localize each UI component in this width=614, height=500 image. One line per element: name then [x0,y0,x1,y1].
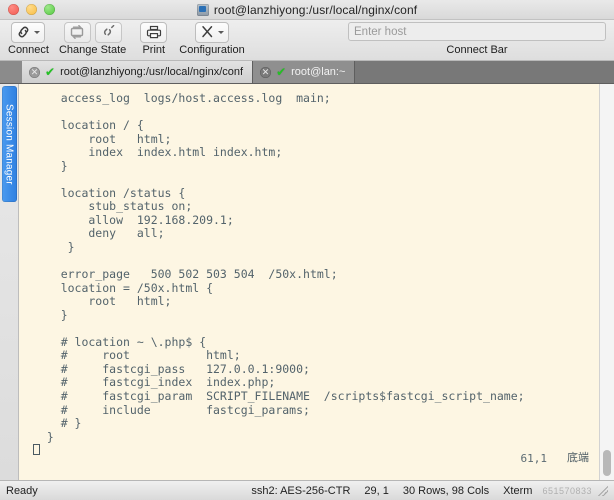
disconnect-icon [104,25,115,36]
left-sidebar: Session Manager [0,84,19,480]
tab-strip-gutter [0,61,22,83]
status-emulation: Xterm [503,484,533,497]
printer-icon [146,25,161,39]
tab-title: root@lan:~ [291,66,346,78]
tab-title: root@lanzhiyong:/usr/local/nginx/conf [60,66,244,78]
chevron-down-icon [34,30,41,34]
tab-close-icon[interactable]: ✕ [29,66,40,78]
connect-bar: Connect Bar [348,22,606,56]
connect-label: Connect [8,44,49,56]
link-icon [19,26,29,38]
change-state-icons [63,21,122,43]
host-input[interactable] [348,22,606,41]
configuration-label: Configuration [179,44,245,56]
toolbar-group-change-state: Change State [59,20,126,57]
terminal-output[interactable]: access_log logs/host.access.log main; lo… [19,84,599,480]
body-row: Session Manager access_log logs/host.acc… [0,84,614,480]
print-button[interactable] [140,21,168,43]
tab-strip-filler [355,61,614,83]
toolbar: Connect Change State Print Configuration… [0,20,614,61]
print-label: Print [142,44,166,56]
scrollbar-thumb[interactable] [603,450,611,476]
connect-bar-label: Connect Bar [446,44,508,56]
toolbar-group-print: Print [140,20,168,57]
status-cipher: ssh2: AES-256-CTR [251,484,351,497]
resize-grip-icon[interactable] [598,485,608,496]
title-center: root@lanzhiyong:/usr/local/nginx/conf [0,3,614,17]
terminal-scrollbar[interactable] [599,84,614,480]
window-title: root@lanzhiyong:/usr/local/nginx/conf [213,2,418,17]
terminal-cursor-position: 61,1 [520,452,548,465]
terminal-cursor [33,444,40,456]
connected-check-icon: ✔ [45,65,56,79]
disconnect-button[interactable] [94,21,122,43]
title-bar: root@lanzhiyong:/usr/local/nginx/conf [0,0,614,20]
tab-session-2[interactable]: ✕ ✔ root@lan:~ [253,61,356,83]
toolbar-group-connect: Connect [8,20,49,57]
toolbar-group-configuration: Configuration [179,20,245,57]
chevron-down-icon [217,30,224,34]
connected-check-icon: ✔ [276,65,287,79]
print-icons [140,21,168,43]
configuration-icons [194,21,229,43]
zoom-button[interactable] [44,4,55,15]
status-bar: Ready ssh2: AES-256-CTR 29, 1 30 Rows, 9… [0,480,614,500]
tab-session-1[interactable]: ✕ ✔ root@lanzhiyong:/usr/local/nginx/con… [22,61,254,83]
status-dimensions: 30 Rows, 98 Cols [402,484,490,497]
tab-strip: ✕ ✔ root@lanzhiyong:/usr/local/nginx/con… [0,61,614,84]
app-window: root@lanzhiyong:/usr/local/nginx/conf Co… [0,0,614,500]
connect-button[interactable] [11,21,46,43]
sidebar-item-session-manager[interactable]: Session Manager [1,86,17,202]
status-watermark: 651570833 [542,485,592,496]
configuration-button[interactable] [194,21,229,43]
tab-close-icon[interactable]: ✕ [260,66,272,78]
change-state-label: Change State [58,44,127,56]
sidebar-item-label: Session Manager [3,103,15,185]
tools-icon [202,26,213,38]
status-cursor: 29, 1 [364,484,389,497]
minimize-button[interactable] [26,4,37,15]
close-button[interactable] [8,4,19,15]
terminal-end-marker: 底端 [567,452,589,464]
window-controls [0,4,55,15]
connect-icons [11,21,46,43]
reconnect-icon [70,25,84,39]
status-state: Ready [6,484,38,497]
terminal-text: access_log logs/host.access.log main; lo… [46,91,525,444]
terminal-pane[interactable]: access_log logs/host.access.log main; lo… [19,84,599,480]
reconnect-button[interactable] [63,21,91,43]
terminal-session-icon [196,3,209,16]
